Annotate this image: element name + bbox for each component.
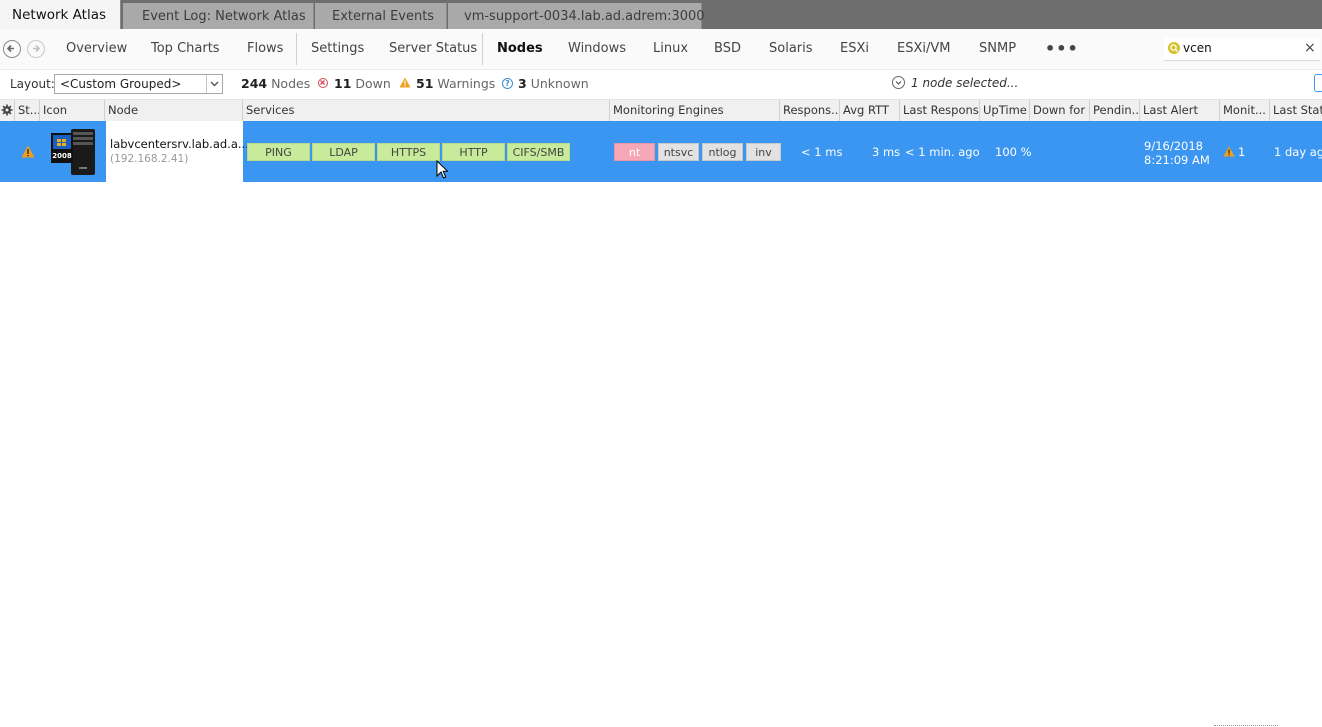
service-badge[interactable]: HTTPS bbox=[377, 143, 440, 161]
ellipsis-icon[interactable]: ••• bbox=[1045, 29, 1079, 69]
nav-nodes[interactable]: Nodes bbox=[497, 29, 543, 69]
col-avg-rtt[interactable]: Avg RTT bbox=[840, 100, 900, 121]
tab-strip: Network Atlas Event Log: Network Atlas E… bbox=[0, 0, 1322, 29]
col-uptime[interactable]: UpTime bbox=[980, 100, 1030, 121]
search-input[interactable]: vcen bbox=[1183, 41, 1212, 55]
nav-divider bbox=[296, 33, 297, 65]
selection-status[interactable]: 1 node selected... bbox=[911, 76, 1018, 90]
service-badge[interactable]: LDAP bbox=[312, 143, 375, 161]
nav-divider bbox=[482, 33, 483, 65]
warnings-label: Warnings bbox=[437, 76, 496, 91]
mouse-cursor-icon bbox=[436, 160, 448, 179]
response-value: < 1 ms bbox=[801, 145, 843, 159]
nav-top-charts[interactable]: Top Charts bbox=[151, 29, 220, 69]
unknown-count: 3 bbox=[518, 76, 527, 91]
os-version-badge: 2008 bbox=[52, 152, 72, 160]
chevron-circle-icon[interactable] bbox=[892, 76, 905, 89]
col-icon[interactable]: Icon bbox=[40, 100, 105, 121]
engine-badge[interactable]: inv bbox=[746, 143, 781, 161]
nodes-count: 244 bbox=[241, 76, 268, 91]
last-alert-date: 9/16/2018 bbox=[1144, 139, 1203, 153]
col-monitors[interactable]: Monit... bbox=[1220, 100, 1270, 121]
tab-event-log[interactable]: Event Log: Network Atlas bbox=[123, 3, 314, 29]
nav-overview[interactable]: Overview bbox=[66, 29, 127, 69]
nav-linux[interactable]: Linux bbox=[653, 29, 688, 69]
layout-label: Layout: bbox=[10, 77, 55, 91]
forward-arrow-icon[interactable] bbox=[27, 40, 45, 58]
layout-select-value: <Custom Grouped> bbox=[60, 77, 182, 91]
warning-icon bbox=[1223, 146, 1235, 160]
service-badge[interactable]: CIFS/SMB bbox=[507, 143, 570, 161]
nav-bsd[interactable]: BSD bbox=[714, 29, 741, 69]
search-icon bbox=[1168, 42, 1180, 54]
warnings-summary[interactable]: 51 Warnings bbox=[416, 76, 495, 91]
down-icon bbox=[318, 78, 328, 88]
avg-rtt-value: 3 ms bbox=[872, 145, 901, 159]
col-response[interactable]: Respons... bbox=[780, 100, 840, 121]
nav-esxi[interactable]: ESXi bbox=[840, 29, 869, 69]
node-name: labvcentersrv.lab.ad.a... bbox=[110, 137, 249, 151]
nav-windows[interactable]: Windows bbox=[568, 29, 626, 69]
table-row[interactable]: 2008 labvcentersrv.lab.ad.a... (192.168.… bbox=[0, 121, 1322, 182]
tab-external-events[interactable]: External Events bbox=[315, 3, 447, 29]
col-pending[interactable]: Pendin... bbox=[1090, 100, 1140, 121]
side-panel-toggle[interactable] bbox=[1314, 74, 1322, 92]
table-header: St... Icon Node Services Monitoring Engi… bbox=[0, 99, 1322, 122]
col-down-for[interactable]: Down for bbox=[1030, 100, 1090, 121]
nav-server-status[interactable]: Server Status bbox=[389, 29, 477, 69]
service-badge[interactable]: HTTP bbox=[442, 143, 505, 161]
down-summary[interactable]: 11 Down bbox=[334, 76, 391, 91]
search-clear-button[interactable]: × bbox=[1304, 40, 1316, 56]
uptime-value: 100 % bbox=[995, 145, 1032, 159]
warning-icon bbox=[399, 77, 411, 91]
engine-badge[interactable]: ntlog bbox=[702, 143, 743, 161]
engine-badge[interactable]: nt bbox=[614, 143, 655, 161]
nodes-label: Nodes bbox=[271, 76, 311, 91]
warning-icon bbox=[21, 145, 35, 161]
col-node[interactable]: Node bbox=[105, 100, 243, 121]
nav-settings[interactable]: Settings bbox=[311, 29, 364, 69]
tab-vm-support[interactable]: vm-support-0034.lab.ad.adrem:3000 bbox=[448, 3, 705, 29]
last-status-value: 1 day ago bbox=[1274, 145, 1322, 159]
last-alert-time: 8:21:09 AM bbox=[1144, 153, 1210, 167]
node-ip: (192.168.2.41) bbox=[110, 153, 189, 165]
col-monitoring-engines[interactable]: Monitoring Engines bbox=[610, 100, 780, 121]
nav-solaris[interactable]: Solaris bbox=[769, 29, 813, 69]
col-last-alert[interactable]: Last Alert bbox=[1140, 100, 1220, 121]
server-icon: 2008 bbox=[49, 127, 97, 177]
last-response-value: < 1 min. ago bbox=[905, 145, 980, 159]
col-last-status[interactable]: Last Status bbox=[1270, 100, 1322, 121]
nav-flows[interactable]: Flows bbox=[247, 29, 283, 69]
unknown-label: Unknown bbox=[530, 76, 589, 91]
warnings-count: 51 bbox=[416, 76, 434, 91]
col-status[interactable]: St... bbox=[15, 100, 40, 121]
unknown-summary[interactable]: 3 Unknown bbox=[518, 76, 589, 91]
tab-network-atlas[interactable]: Network Atlas bbox=[0, 0, 121, 29]
chevron-down-icon[interactable] bbox=[206, 75, 222, 93]
layout-select[interactable]: <Custom Grouped> bbox=[54, 74, 223, 94]
down-label: Down bbox=[355, 76, 391, 91]
col-last-response[interactable]: Last Response bbox=[900, 100, 980, 121]
unknown-icon: ? bbox=[502, 78, 513, 89]
down-count: 11 bbox=[334, 76, 352, 91]
nav-esxi-vm[interactable]: ESXi/VM bbox=[897, 29, 950, 69]
engine-badge[interactable]: ntsvc bbox=[658, 143, 699, 161]
node-cell[interactable]: labvcentersrv.lab.ad.a... (192.168.2.41) bbox=[106, 121, 249, 182]
service-badge[interactable]: PING bbox=[247, 143, 310, 161]
search-box: vcen × bbox=[1164, 38, 1320, 61]
nodes-summary[interactable]: 244 Nodes bbox=[241, 76, 310, 91]
col-services[interactable]: Services bbox=[243, 100, 610, 121]
gear-icon[interactable] bbox=[0, 100, 15, 121]
back-arrow-icon[interactable] bbox=[3, 40, 21, 58]
monitors-count: 1 bbox=[1238, 145, 1246, 159]
nav-snmp[interactable]: SNMP bbox=[979, 29, 1016, 69]
nav-bar: Overview Top Charts Flows Settings Serve… bbox=[0, 29, 1322, 70]
